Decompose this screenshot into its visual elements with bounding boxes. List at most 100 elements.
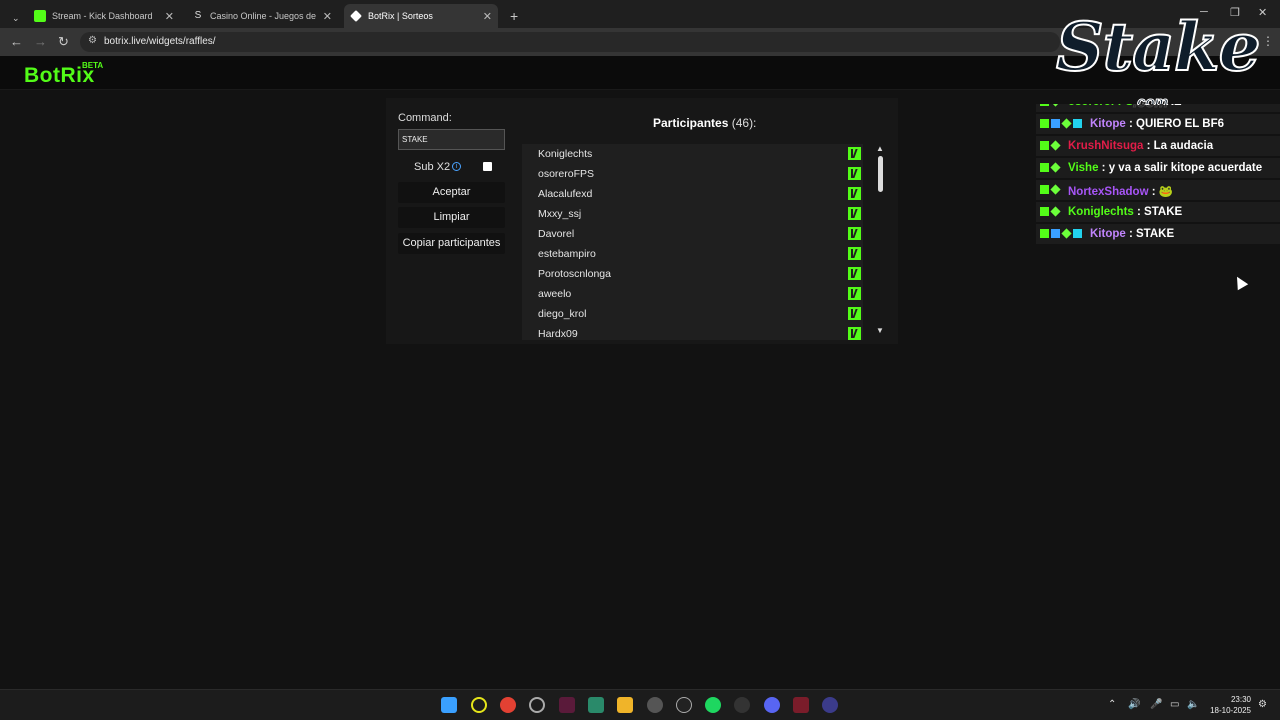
folder-icon[interactable] <box>617 697 633 713</box>
plus-badge-icon <box>1061 228 1072 239</box>
mic-icon[interactable]: 🎤 <box>1150 699 1162 710</box>
chat-body: La audacia <box>1153 140 1214 152</box>
app-icon[interactable] <box>647 697 663 713</box>
chat-badges <box>1040 118 1082 129</box>
chat-badges <box>1040 104 1061 107</box>
app-icon[interactable] <box>822 697 838 713</box>
kick-badge-icon <box>1040 207 1049 216</box>
chevron-up-icon[interactable]: ⌃ <box>1108 699 1116 710</box>
list-item[interactable]: Hardx09 <box>522 324 863 340</box>
chat-separator: : <box>1133 206 1145 218</box>
network-icon[interactable]: ▭ <box>1170 699 1179 710</box>
beta-badge: BETA <box>82 61 104 70</box>
chat-message-text: NortexShadow : 🐸 <box>1068 184 1173 198</box>
chat-body: STAKE <box>1144 206 1183 218</box>
site-info-icon[interactable]: ⚙ <box>88 35 97 46</box>
chat-badges <box>1040 140 1061 151</box>
chat-message: Vishe : y va a salir kitope acuerdate <box>1036 158 1280 178</box>
chat-separator: : <box>1125 118 1137 130</box>
copy-participants-button[interactable]: Copiar participantes <box>398 233 505 254</box>
tab-list-button[interactable]: ⌄ <box>6 6 24 30</box>
list-item[interactable]: estebampiro <box>522 244 863 264</box>
discord-icon[interactable] <box>764 697 780 713</box>
cube-badge-icon <box>1073 229 1082 238</box>
stake-icon: S <box>194 10 202 21</box>
chat-message-text: Kitope : STAKE <box>1090 228 1174 240</box>
kick-icon <box>848 267 861 280</box>
tab-label: BotRix | Sorteos <box>368 11 433 21</box>
clear-button[interactable]: Limpiar <box>398 207 505 228</box>
tab-kick-dashboard[interactable]: Stream - Kick Dashboard ✕ <box>28 4 180 28</box>
forward-icon[interactable]: → <box>34 34 47 49</box>
scroll-up-icon[interactable]: ▲ <box>876 144 884 153</box>
list-item[interactable]: osoreroFPS <box>522 164 863 184</box>
tab-casino[interactable]: S Casino Online - Juegos de Casino ✕ <box>186 4 338 28</box>
list-item[interactable]: Mxxy_ssj <box>522 204 863 224</box>
plus-badge-icon <box>1050 140 1061 151</box>
clock-date: 18-10-2025 <box>1210 706 1251 715</box>
list-item[interactable]: Koniglechts <box>522 144 863 164</box>
volume-icon[interactable]: 🔈 <box>1187 699 1199 710</box>
participants-count: (46): <box>731 116 757 130</box>
windows-start-icon[interactable] <box>441 697 457 713</box>
reload-icon[interactable]: ↻ <box>58 34 69 50</box>
participants-scrollbar[interactable]: ▲ ▼ <box>875 144 885 340</box>
chat-message: NortexShadow : 🐸 <box>1036 180 1280 200</box>
kick-icon <box>848 247 861 260</box>
accept-button[interactable]: Aceptar <box>398 182 505 203</box>
list-item[interactable]: Alacalufexd <box>522 184 863 204</box>
close-icon[interactable]: ✕ <box>165 10 174 23</box>
app-icon[interactable] <box>793 697 809 713</box>
info-icon[interactable]: i <box>452 162 461 171</box>
list-item[interactable]: diego_krol <box>522 304 863 324</box>
kick-icon <box>848 147 861 160</box>
chat-body: STAKE <box>1143 104 1181 108</box>
kick-badge-icon <box>1040 119 1049 128</box>
chat-badges <box>1040 184 1061 195</box>
scroll-thumb[interactable] <box>878 156 883 192</box>
notification-icon[interactable]: ⚙ <box>1258 699 1267 710</box>
logitech-icon[interactable] <box>676 697 692 713</box>
audio-icon[interactable]: 🔊 <box>1128 699 1140 710</box>
chat-username: KrushNitsuga <box>1068 140 1144 152</box>
participants-title: Participantes (46): <box>653 116 756 130</box>
scroll-down-icon[interactable]: ▼ <box>876 326 884 335</box>
clock[interactable]: 23:30 18-10-2025 <box>1205 694 1251 716</box>
botrix-icon <box>350 10 362 22</box>
app-icon[interactable] <box>529 697 545 713</box>
url-field[interactable]: ⚙ botrix.live/widgets/raffles/ <box>80 32 1060 52</box>
chat-username: osoreroFPS <box>1068 104 1133 108</box>
tab-botrix-sorteos[interactable]: BotRix | Sorteos ✕ <box>344 4 498 28</box>
close-icon[interactable]: ✕ <box>483 10 492 23</box>
chat-separator: : <box>1143 140 1154 152</box>
menu-icon[interactable]: ⋮ <box>1262 34 1274 48</box>
app-icon[interactable] <box>471 697 487 713</box>
list-item[interactable]: Davorel <box>522 224 863 244</box>
chat-badges <box>1040 162 1061 173</box>
participant-name: estebampiro <box>538 248 596 260</box>
participant-name: diego_krol <box>538 308 587 320</box>
new-tab-button[interactable]: + <box>504 4 524 28</box>
stake-logo: Stake <box>1055 7 1262 87</box>
boost-badge-icon <box>1051 229 1060 238</box>
command-input[interactable] <box>398 129 505 150</box>
chevron-down-icon: ⌄ <box>12 12 20 23</box>
participant-name: osoreroFPS <box>538 168 595 180</box>
spotify-icon[interactable] <box>705 697 721 713</box>
kick-badge-icon <box>1040 229 1049 238</box>
participants-list[interactable]: Koniglechts osoreroFPS Alacalufexd Mxxy_… <box>522 144 863 340</box>
tab-label: Stream - Kick Dashboard <box>52 11 153 21</box>
obs-icon[interactable] <box>734 697 750 713</box>
tab-label: Casino Online - Juegos de Casino <box>210 11 317 21</box>
participant-name: Porotoscnlonga <box>538 268 611 280</box>
chrome-icon[interactable] <box>500 697 516 713</box>
list-item[interactable]: Porotoscnlonga <box>522 264 863 284</box>
chat-username: Koniglechts <box>1068 206 1134 218</box>
back-icon[interactable]: ← <box>10 34 23 49</box>
sub-x2-checkbox[interactable] <box>483 162 492 171</box>
close-icon[interactable]: ✕ <box>323 10 332 23</box>
app-icon[interactable] <box>588 697 604 713</box>
list-item[interactable]: aweelo <box>522 284 863 304</box>
app-icon[interactable] <box>559 697 575 713</box>
participant-name: Mxxy_ssj <box>538 208 582 220</box>
